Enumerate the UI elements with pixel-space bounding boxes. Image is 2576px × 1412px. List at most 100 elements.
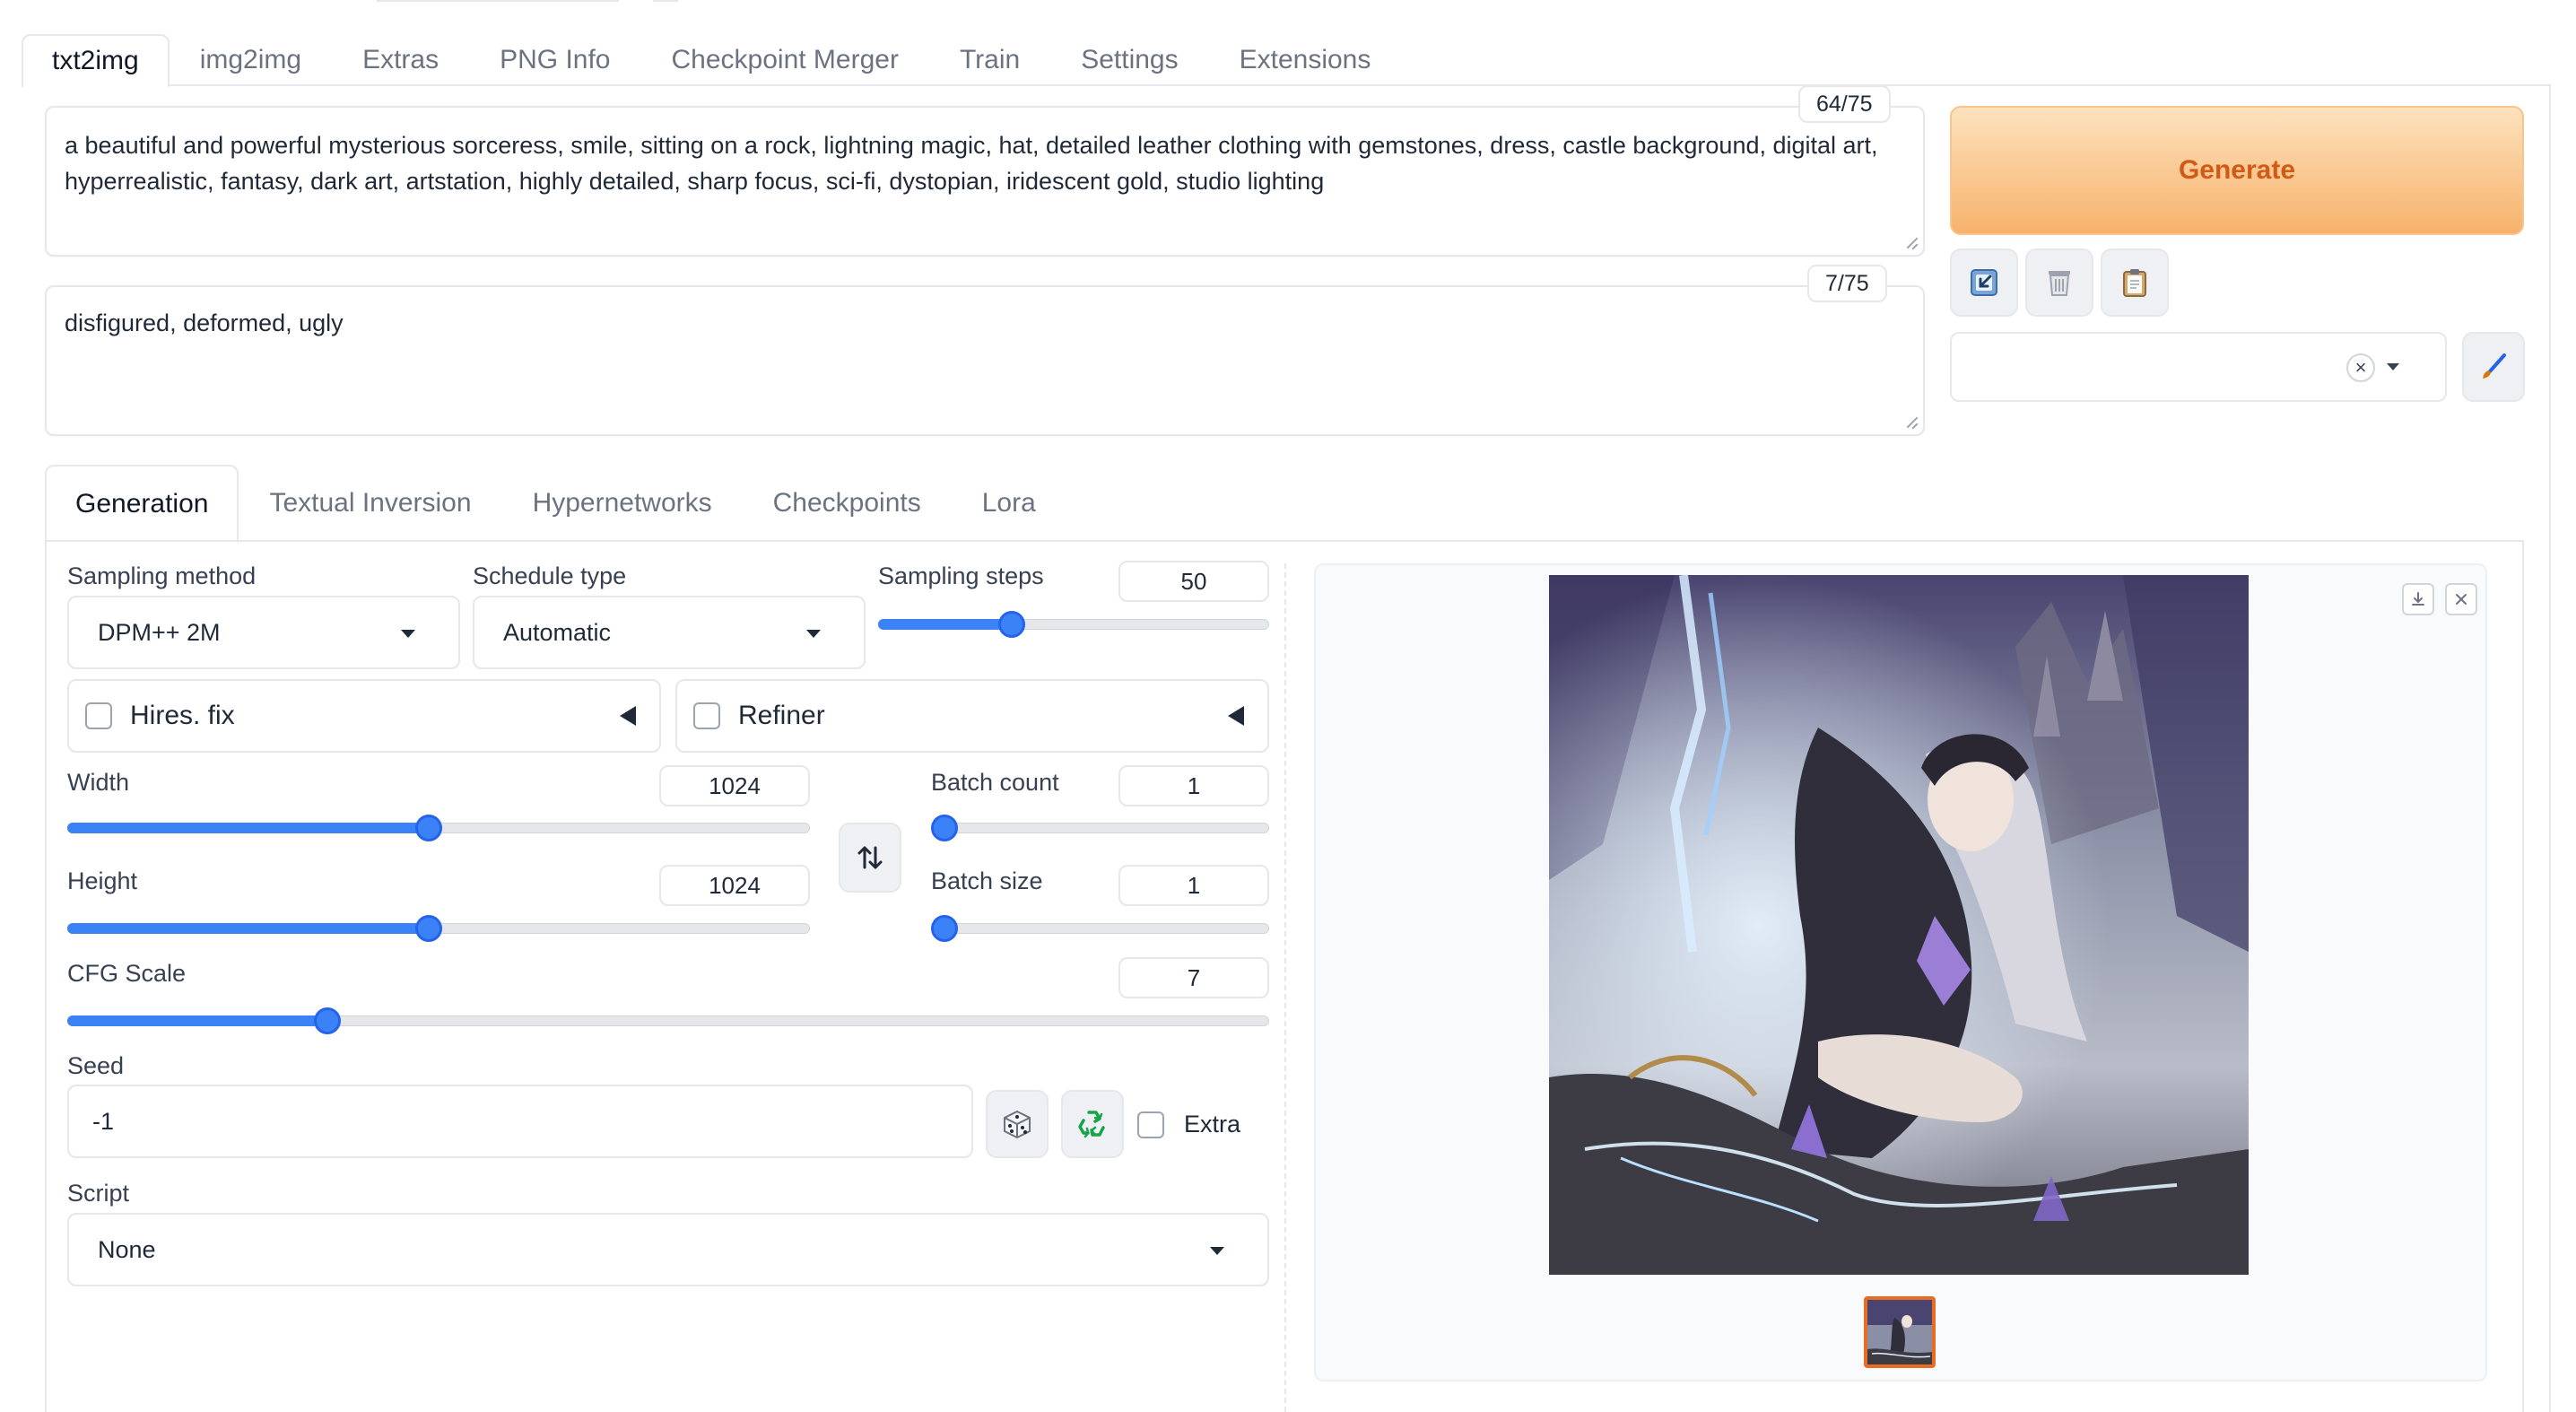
batch-size-input[interactable]: 1 — [1118, 865, 1269, 906]
cfg-scale-slider[interactable] — [67, 1007, 1269, 1034]
clipboard-icon — [2123, 269, 2146, 297]
tab-checkpoints[interactable]: Checkpoints — [743, 465, 952, 542]
slider-handle[interactable] — [997, 611, 1025, 638]
collapse-arrow-icon[interactable] — [620, 706, 636, 726]
width-label: Width — [67, 769, 130, 796]
schedule-type-value: Automatic — [503, 618, 612, 646]
clear-icon[interactable]: × — [2346, 353, 2375, 382]
collapse-arrow-icon[interactable] — [1228, 706, 1244, 726]
extra-label: Extra — [1184, 1111, 1241, 1137]
tab-generation[interactable]: Generation — [45, 465, 239, 544]
chevron-down-icon — [401, 630, 415, 638]
extra-seed-toggle[interactable]: Extra — [1137, 1111, 1240, 1138]
schedule-type-label: Schedule type — [473, 562, 627, 589]
random-seed-button[interactable] — [986, 1090, 1049, 1158]
positive-prompt-input[interactable]: a beautiful and powerful mysterious sorc… — [45, 106, 1925, 257]
slider-handle[interactable] — [931, 915, 958, 942]
refiner-accordion[interactable]: Refiner — [675, 679, 1269, 753]
sampling-steps-input[interactable]: 50 — [1118, 561, 1269, 602]
generate-button[interactable]: Generate — [1950, 106, 2524, 235]
refiner-label: Refiner — [738, 701, 825, 730]
height-input[interactable]: 1024 — [659, 865, 810, 906]
positive-token-counter: 64/75 — [1798, 85, 1891, 123]
negative-token-counter: 7/75 — [1807, 265, 1887, 302]
tab-extensions[interactable]: Extensions — [1209, 34, 1402, 86]
download-icon — [2412, 592, 2424, 606]
dice-icon — [1004, 1110, 1031, 1139]
batch-count-input[interactable]: 1 — [1118, 765, 1269, 806]
seed-label: Seed — [67, 1052, 125, 1079]
main-tab-bar: txt2img img2img Extras PNG Info Checkpoi… — [22, 34, 2551, 88]
panel-border — [2522, 542, 2524, 1412]
close-button[interactable] — [2445, 583, 2477, 615]
slider-handle[interactable] — [931, 815, 958, 841]
read-params-button[interactable] — [1950, 248, 2018, 317]
panel-border — [45, 542, 47, 1412]
recycle-icon — [1078, 1111, 1105, 1138]
batch-size-slider[interactable] — [931, 915, 1269, 942]
generated-image[interactable] — [1549, 575, 2249, 1275]
thumbnail-artwork — [1867, 1300, 1932, 1364]
seed-value: -1 — [92, 1107, 115, 1135]
hires-fix-accordion[interactable]: Hires. fix — [67, 679, 661, 753]
slider-handle[interactable] — [414, 915, 442, 942]
tab-textual-inversion[interactable]: Textual Inversion — [239, 465, 501, 542]
sampling-steps-slider[interactable] — [878, 611, 1269, 638]
sampling-steps-label: Sampling steps — [878, 562, 1044, 589]
batch-count-label: Batch count — [931, 769, 1059, 796]
sampling-method-value: DPM++ 2M — [98, 618, 221, 646]
slider-handle[interactable] — [314, 1007, 342, 1034]
top-edge-line — [377, 0, 619, 2]
schedule-type-dropdown[interactable]: Automatic — [473, 596, 866, 669]
reuse-seed-button[interactable] — [1061, 1090, 1124, 1158]
resize-handle-icon[interactable] — [1905, 237, 1918, 249]
tab-extras[interactable]: Extras — [332, 34, 469, 86]
tab-png-info[interactable]: PNG Info — [469, 34, 640, 86]
tab-checkpoint-merger[interactable]: Checkpoint Merger — [641, 34, 929, 86]
chevron-down-icon — [1210, 1247, 1224, 1255]
swap-arrows-icon — [857, 846, 883, 869]
refiner-checkbox[interactable] — [693, 702, 720, 729]
gallery-thumbnail[interactable] — [1864, 1296, 1936, 1368]
chevron-down-icon — [806, 630, 821, 638]
chevron-down-icon — [2387, 363, 2399, 370]
height-label: Height — [67, 867, 138, 894]
negative-prompt-input[interactable]: disfigured, deformed, ugly — [45, 285, 1925, 436]
sampling-method-dropdown[interactable]: DPM++ 2M — [67, 596, 460, 669]
edit-styles-button[interactable] — [2462, 332, 2525, 402]
slider-handle[interactable] — [414, 815, 442, 841]
column-divider — [1284, 563, 1286, 1412]
resize-handle-icon[interactable] — [1905, 416, 1918, 429]
script-label: Script — [67, 1180, 130, 1207]
sampling-method-label: Sampling method — [67, 562, 257, 589]
tab-settings[interactable]: Settings — [1050, 34, 1208, 86]
panel-border — [2549, 86, 2551, 1412]
hires-fix-checkbox[interactable] — [85, 702, 112, 729]
close-icon — [2456, 594, 2467, 605]
extra-checkbox[interactable] — [1137, 1111, 1164, 1138]
clear-prompt-button[interactable] — [2025, 248, 2093, 317]
tab-img2img[interactable]: img2img — [170, 34, 332, 86]
tab-hypernetworks[interactable]: Hypernetworks — [502, 465, 743, 542]
styles-dropdown[interactable]: × — [1950, 332, 2447, 402]
tab-lora[interactable]: Lora — [952, 465, 1066, 542]
script-value: None — [98, 1235, 156, 1263]
tab-train[interactable]: Train — [929, 34, 1050, 86]
apply-styles-button[interactable] — [2101, 248, 2169, 317]
cfg-scale-input[interactable]: 7 — [1118, 957, 1269, 998]
arrow-into-box-icon — [1971, 269, 1997, 296]
tab-txt2img[interactable]: txt2img — [22, 34, 170, 88]
seed-input[interactable]: -1 — [67, 1085, 973, 1158]
width-input[interactable]: 1024 — [659, 765, 810, 806]
download-button[interactable] — [2402, 583, 2434, 615]
sorceress-artwork — [1549, 575, 2249, 1275]
positive-prompt-text: a beautiful and powerful mysterious sorc… — [65, 132, 1878, 195]
negative-prompt-text: disfigured, deformed, ugly — [65, 309, 344, 336]
height-slider[interactable] — [67, 915, 810, 942]
swap-dimensions-button[interactable] — [839, 823, 901, 893]
paintbrush-icon — [2483, 353, 2506, 379]
width-slider[interactable] — [67, 815, 810, 841]
batch-count-slider[interactable] — [931, 815, 1269, 841]
hires-fix-label: Hires. fix — [130, 701, 235, 730]
script-dropdown[interactable]: None — [67, 1213, 1269, 1286]
